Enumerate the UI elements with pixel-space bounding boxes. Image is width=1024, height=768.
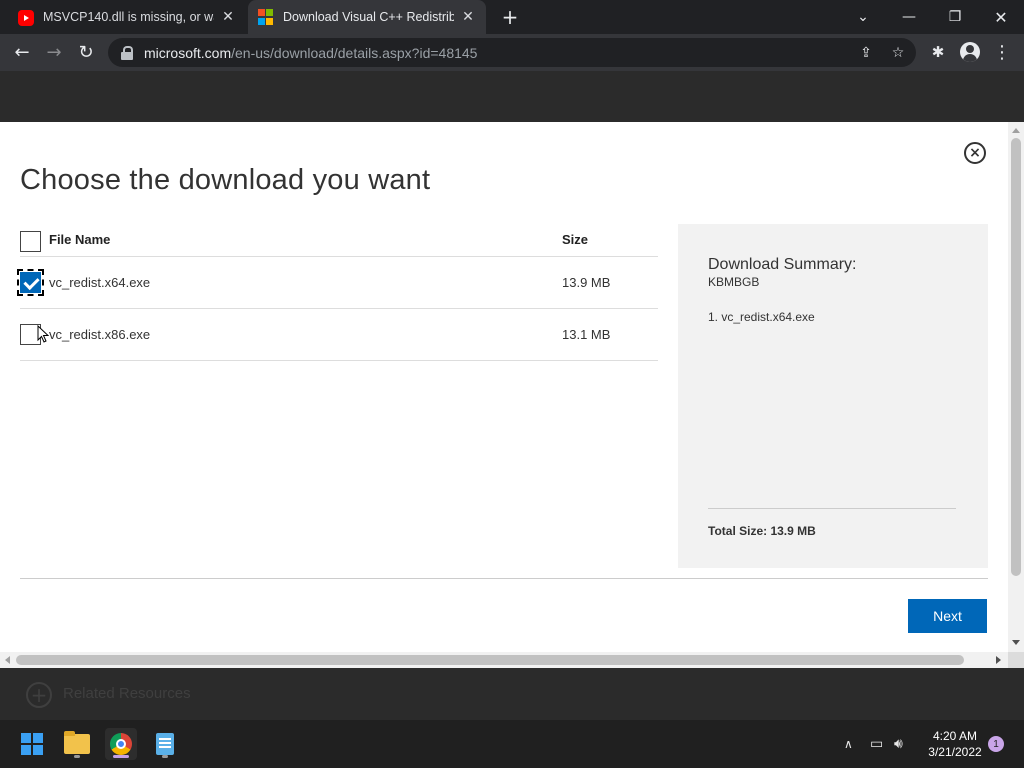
minimize-button[interactable]: — xyxy=(886,0,932,34)
file-checkbox-x64[interactable] xyxy=(17,269,44,296)
scroll-up-icon[interactable] xyxy=(1012,128,1020,133)
restore-button[interactable]: ❐ xyxy=(932,0,978,34)
summary-title: Download Summary: xyxy=(708,256,857,273)
running-indicator xyxy=(162,755,168,758)
forward-icon[interactable]: → xyxy=(40,38,68,66)
chevron-up-icon[interactable]: ∧ xyxy=(844,734,853,754)
file-name: vc_redist.x64.exe xyxy=(49,275,151,290)
vertical-scrollbar[interactable] xyxy=(1008,122,1024,652)
browser-toolbar: ← → ↻ microsoft.com/en-us/download/detai… xyxy=(0,34,1024,71)
profile-icon[interactable] xyxy=(960,42,980,62)
summary-code: KBMBGB xyxy=(708,275,760,289)
chrome-icon xyxy=(110,733,132,755)
dialog-title: Choose the download you want xyxy=(20,164,431,196)
close-tab-icon[interactable]: ✕ xyxy=(460,9,476,25)
close-tab-icon[interactable]: ✕ xyxy=(220,9,236,25)
download-summary-panel: Download Summary: KBMBGB 1. vc_redist.x6… xyxy=(678,224,988,568)
url-host: microsoft.com xyxy=(144,44,232,61)
file-size: 13.1 MB xyxy=(562,327,611,342)
notepad-icon xyxy=(156,733,174,755)
summary-total-size: Total Size: 13.9 MB xyxy=(708,524,816,538)
file-name: vc_redist.x86.exe xyxy=(49,327,151,342)
summary-item: 1. vc_redist.x64.exe xyxy=(708,310,815,324)
summary-divider xyxy=(708,508,956,509)
lock-icon[interactable] xyxy=(120,45,134,60)
folder-icon xyxy=(64,731,90,754)
next-button[interactable]: Next xyxy=(908,599,987,633)
share-icon[interactable]: ⇪ xyxy=(858,45,874,61)
avatar xyxy=(960,42,980,62)
clock-date: 3/21/2022 xyxy=(928,745,982,759)
dialog-divider xyxy=(20,578,988,579)
active-indicator xyxy=(113,755,129,758)
plus-circle-icon: + xyxy=(26,682,52,708)
bookmark-star-icon[interactable]: ☆ xyxy=(890,45,906,61)
table-header: File Name Size xyxy=(20,222,658,257)
start-button[interactable] xyxy=(16,728,48,760)
tab-title: Download Visual C++ Redistributable xyxy=(283,10,454,24)
file-size: 13.9 MB xyxy=(562,275,611,290)
tab-youtube[interactable]: MSVCP140.dll is missing, or was not foun… xyxy=(8,0,246,34)
microsoft-icon xyxy=(258,9,274,25)
scrollbar-corner xyxy=(1008,652,1024,668)
reload-icon[interactable]: ↻ xyxy=(72,38,100,66)
horizontal-scrollbar[interactable] xyxy=(0,652,1008,668)
table-row[interactable]: vc_redist.x64.exe 13.9 MB xyxy=(17,257,658,309)
page-behind-dialog: + Related Resources xyxy=(0,668,1024,720)
windows-logo-icon xyxy=(21,733,43,755)
tab-title: MSVCP140.dll is missing, or was not foun… xyxy=(43,10,214,24)
scroll-left-icon[interactable] xyxy=(5,656,10,664)
tab-microsoft-download[interactable]: Download Visual C++ Redistributable ✕ xyxy=(248,0,486,34)
running-indicator xyxy=(74,755,80,758)
scroll-thumb[interactable] xyxy=(16,655,964,665)
table-row[interactable]: vc_redist.x86.exe 13.1 MB xyxy=(20,309,658,361)
file-table: File Name Size vc_redist.x64.exe 13.9 MB… xyxy=(17,222,658,361)
taskbar: ∧ ▭ 🔊︎ 4:20 AM 3/21/2022 xyxy=(0,720,1024,768)
extensions-icon[interactable]: ✱ xyxy=(928,42,948,62)
url-path: /en-us/download/details.aspx?id=48145 xyxy=(231,44,478,61)
column-header-size: Size xyxy=(562,231,589,247)
page-header-backdrop xyxy=(0,71,1024,122)
close-window-button[interactable]: ✕ xyxy=(978,0,1024,34)
close-dialog-button[interactable]: × xyxy=(964,142,986,164)
system-clock[interactable]: 4:20 AM 3/21/2022 xyxy=(920,728,990,760)
menu-kebab-icon[interactable]: ⋮ xyxy=(992,42,1012,63)
scroll-right-icon[interactable] xyxy=(996,656,1001,664)
network-icon[interactable]: ▭ xyxy=(870,734,883,754)
related-resources-label: Related Resources xyxy=(63,685,191,702)
youtube-icon xyxy=(18,10,34,26)
chrome-taskbar-button[interactable] xyxy=(105,728,137,760)
download-dialog: × Choose the download you want File Name… xyxy=(0,122,1008,652)
tab-search-icon[interactable]: ⌄ xyxy=(840,0,886,34)
new-tab-button[interactable]: + xyxy=(498,5,522,29)
volume-icon[interactable]: 🔊︎ xyxy=(894,734,903,754)
scroll-thumb[interactable] xyxy=(1011,138,1021,576)
back-icon[interactable]: ← xyxy=(8,38,36,66)
file-explorer-button[interactable] xyxy=(61,728,93,760)
notification-badge[interactable]: 1 xyxy=(988,736,1004,752)
scroll-down-icon[interactable] xyxy=(1012,640,1020,645)
address-bar[interactable]: microsoft.com/en-us/download/details.asp… xyxy=(108,38,916,67)
clock-time: 4:20 AM xyxy=(932,729,978,743)
select-all-checkbox[interactable] xyxy=(20,231,41,252)
tab-strip: MSVCP140.dll is missing, or was not foun… xyxy=(0,0,1024,34)
column-header-file-name: File Name xyxy=(49,231,111,247)
notepad-taskbar-button[interactable] xyxy=(149,728,181,760)
